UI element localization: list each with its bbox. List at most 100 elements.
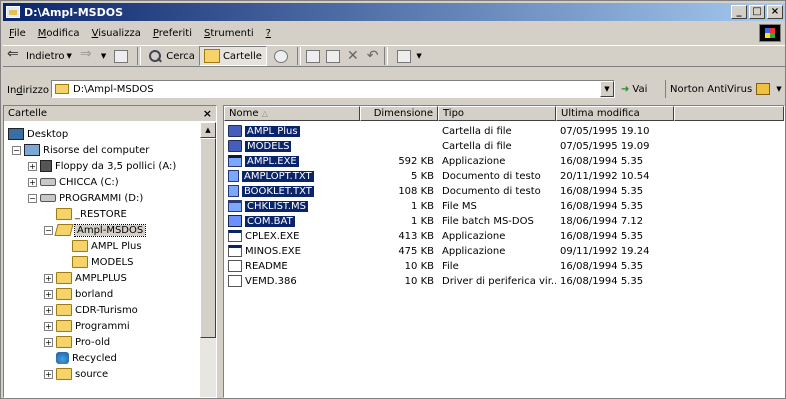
collapse-icon[interactable]: − — [12, 145, 21, 155]
tree-item-label: CDR-Turismo — [75, 304, 138, 316]
expand-icon[interactable]: + — [44, 289, 53, 299]
file-row[interactable]: CPLEX.EXE 413 KB Applicazione 16/08/1994 5.… — [224, 228, 674, 244]
chevron-down-icon[interactable]: ▼ — [101, 52, 106, 60]
tree-item[interactable]: − Ampl-MSDOS — [44, 222, 147, 238]
file-row[interactable]: AMPLOPT.TXT 5 KB Documento di testo 20/11/1… — [224, 168, 674, 184]
tree-item[interactable]: + source — [44, 366, 108, 382]
views-button[interactable]: ▼ — [390, 46, 425, 66]
scrollbar-thumb[interactable] — [200, 138, 216, 338]
collapse-icon[interactable]: − — [44, 225, 53, 235]
menu-modifica[interactable]: Modifica — [32, 28, 86, 39]
undo-icon[interactable]: ↶ — [367, 48, 379, 64]
move-to-icon[interactable] — [305, 49, 320, 63]
file-size: 413 KB — [398, 230, 434, 242]
chevron-down-icon[interactable]: ▼ — [776, 85, 781, 93]
close-button[interactable]: × — [767, 5, 783, 19]
expand-icon[interactable]: + — [44, 321, 53, 331]
expand-icon[interactable]: + — [44, 273, 53, 283]
folder-icon — [56, 304, 72, 316]
file-row[interactable]: CHKLIST.MS 1 KB File MS 16/08/1994 5.35 — [224, 198, 674, 214]
windows-logo-icon — [759, 24, 781, 42]
file-row[interactable]: COM.BAT 1 KB File batch MS-DOS 18/06/1994 7… — [224, 213, 674, 229]
minimize-button[interactable]: _ — [731, 5, 747, 19]
file-name-cell: MINOS.EXE — [224, 245, 360, 257]
file-modified: 16/08/1994 5.35 — [560, 200, 644, 212]
tree-item[interactable]: Recycled — [56, 350, 117, 366]
search-button[interactable]: Cerca — [143, 46, 199, 66]
menu-strumenti[interactable]: Strumenti — [198, 28, 260, 39]
folders-button[interactable]: Cartelle — [198, 46, 267, 66]
menu-help[interactable]: ? — [260, 28, 277, 39]
expand-icon[interactable]: + — [28, 161, 37, 171]
menu-visualizza[interactable]: Visualizza — [86, 28, 147, 39]
exe-icon — [228, 155, 242, 167]
norton-antivirus-button[interactable]: Norton AntiVirus ▼ — [665, 80, 782, 98]
tree-item[interactable]: − Risorse del computer — [12, 142, 149, 158]
collapse-icon[interactable]: − — [28, 193, 37, 203]
tree-item[interactable]: − PROGRAMMI (D:) — [28, 190, 143, 206]
tree-item[interactable]: + CHICCA (C:) — [28, 174, 119, 190]
file-row[interactable]: MODELS Cartella di file 07/05/1995 19.09 — [224, 138, 674, 154]
folder-icon — [228, 140, 242, 152]
computer-icon — [24, 144, 40, 156]
tree-item[interactable]: + Pro-old — [44, 334, 110, 350]
close-pane-button[interactable]: × — [203, 107, 212, 120]
go-button[interactable]: ➜ Vai — [617, 80, 651, 98]
folders-scrollbar[interactable]: ▲ — [200, 122, 216, 397]
file-type: Cartella di file — [442, 140, 512, 152]
tree-item[interactable]: AMPL Plus — [72, 238, 142, 254]
address-input[interactable]: D:\Ampl-MSDOS ▼ — [51, 80, 615, 98]
recycle-bin-icon — [56, 352, 69, 364]
forward-button[interactable]: ▼ — [76, 46, 110, 66]
tree-item[interactable]: MODELS — [72, 254, 133, 270]
file-row[interactable]: MINOS.EXE 475 KB Applicazione 09/11/1992 19… — [224, 243, 674, 259]
file-modified: 20/11/1992 10.54 — [560, 170, 650, 182]
column-header-size[interactable]: Dimensione — [360, 106, 438, 121]
folders-pane: Cartelle × Desktop − Risorse del computer +… — [3, 105, 217, 398]
address-dropdown-button[interactable]: ▼ — [600, 81, 614, 97]
menu-preferiti[interactable]: Preferiti — [147, 28, 198, 39]
tree-item[interactable]: + borland — [44, 286, 113, 302]
column-header-modified[interactable]: Ultima modifica — [556, 106, 674, 121]
expand-icon[interactable]: + — [44, 337, 53, 347]
folders-pane-header: Cartelle × — [4, 106, 216, 121]
tree-item[interactable]: + Floppy da 3,5 pollici (A:) — [28, 158, 176, 174]
file-type: Applicazione — [442, 155, 506, 167]
file-row[interactable]: BOOKLET.TXT 108 KB Documento di testo 16/08… — [224, 183, 674, 199]
file-type: Applicazione — [442, 245, 506, 257]
expand-icon[interactable]: + — [44, 305, 53, 315]
file-row[interactable]: README 10 KB File 16/08/1994 5.35 — [224, 258, 674, 274]
menu-file[interactable]: File — [3, 28, 32, 39]
tree-item[interactable]: _RESTORE — [56, 206, 127, 222]
history-button[interactable] — [267, 46, 295, 66]
copy-to-icon[interactable] — [325, 49, 340, 63]
scroll-up-button[interactable]: ▲ — [200, 122, 216, 138]
file-row[interactable]: VEMD.386 10 KB Driver di periferica vir...… — [224, 273, 674, 289]
column-header-type[interactable]: Tipo — [438, 106, 556, 121]
tree-item[interactable]: + CDR-Turismo — [44, 302, 138, 318]
tree-item[interactable]: + AMPLPLUS — [44, 270, 127, 286]
folder-icon — [56, 208, 72, 220]
tree-item-label: Programmi — [75, 320, 130, 332]
folder-icon — [56, 272, 72, 284]
expand-icon[interactable]: + — [28, 177, 37, 187]
title-bar[interactable]: D:\Ampl-MSDOS _ □ × — [3, 3, 785, 21]
delete-icon[interactable]: ✕ — [347, 48, 359, 64]
toolbar-separator — [296, 47, 301, 65]
chevron-down-icon[interactable]: ▼ — [67, 52, 72, 60]
column-header-name[interactable]: Nome △ — [224, 106, 360, 121]
search-label: Cerca — [166, 50, 195, 62]
expand-icon[interactable]: + — [44, 369, 53, 379]
tree-item-label: Floppy da 3,5 pollici (A:) — [55, 160, 177, 172]
up-folder-button[interactable] — [110, 46, 135, 66]
file-row[interactable]: AMPL.EXE 592 KB Applicazione 16/08/1994 5.3… — [224, 153, 674, 169]
file-type: Cartella di file — [442, 125, 512, 137]
explorer-window: D:\Ampl-MSDOS _ □ × File Modifica Visual… — [0, 0, 786, 399]
file-type: File batch MS-DOS — [442, 215, 534, 227]
tree-item[interactable]: Desktop — [8, 126, 68, 142]
text-file-icon — [228, 185, 239, 197]
maximize-button[interactable]: □ — [749, 5, 765, 19]
file-row[interactable]: AMPL Plus Cartella di file 07/05/1995 19.1… — [224, 123, 674, 139]
back-button[interactable]: Indietro ▼ — [3, 46, 76, 66]
tree-item[interactable]: + Programmi — [44, 318, 130, 334]
